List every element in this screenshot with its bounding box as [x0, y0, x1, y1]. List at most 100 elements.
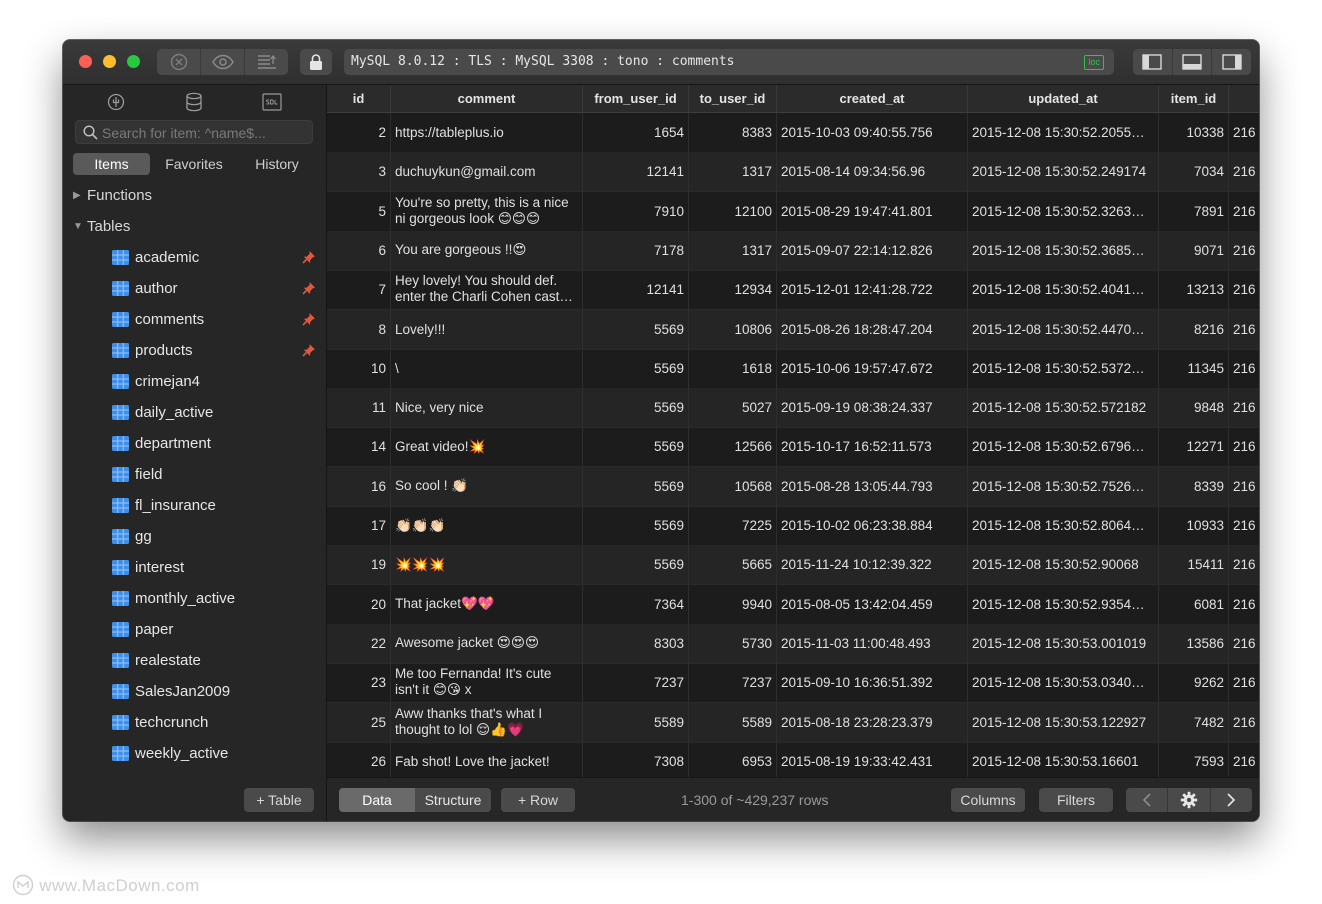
sidebar-item-gg[interactable]: gg	[63, 521, 326, 552]
cell-id[interactable]: 17	[327, 506, 391, 545]
cell-from-user-id[interactable]: 7364	[583, 584, 689, 624]
cell-from-user-id[interactable]: 8303	[583, 623, 689, 663]
cell-comment[interactable]: duchuykun@gmail.com	[391, 152, 583, 192]
cell-item-id[interactable]: 7034	[1159, 152, 1229, 192]
cell-updated-at[interactable]: 2015-12-08 15:30:53.16601	[968, 741, 1159, 777]
cell-item-id[interactable]: 9848	[1159, 388, 1229, 428]
sidebar-item-weekly-active[interactable]: weekly_active	[63, 738, 326, 769]
cell-comment[interactable]: Awesome jacket 😍😍😍	[391, 623, 583, 663]
cell-comment[interactable]: Hey lovely! You should def. enter the Ch…	[391, 270, 583, 310]
cell-to-user-id[interactable]: 5730	[689, 623, 777, 663]
cell-from-user-id[interactable]: 12141	[583, 270, 689, 310]
cell-updated-at[interactable]: 2015-12-08 15:30:52.5372…	[968, 348, 1159, 388]
cell-overflow[interactable]: 216	[1229, 349, 1259, 388]
sidebar-item-salesjan2009[interactable]: SalesJan2009	[63, 676, 326, 707]
toggle-bottom-panel-button[interactable]	[1173, 49, 1213, 75]
cell-item-id[interactable]: 15411	[1159, 545, 1229, 585]
cell-id[interactable]: 8	[327, 309, 391, 349]
cell-overflow[interactable]: 216	[1229, 310, 1259, 349]
cell-item-id[interactable]: 8339	[1159, 466, 1229, 506]
cell-to-user-id[interactable]: 12100	[689, 191, 777, 231]
settings-button[interactable]	[1168, 788, 1211, 812]
sidebar-item-field[interactable]: field	[63, 459, 326, 490]
cell-overflow[interactable]: 216	[1229, 113, 1259, 152]
add-row-button[interactable]: + Row	[501, 788, 575, 812]
sidebar-item-monthly-active[interactable]: monthly_active	[63, 583, 326, 614]
cell-from-user-id[interactable]: 12141	[583, 152, 689, 192]
cell-to-user-id[interactable]: 12934	[689, 270, 777, 310]
cell-updated-at[interactable]: 2015-12-08 15:30:52.90068	[968, 545, 1159, 585]
cell-updated-at[interactable]: 2015-12-08 15:30:52.2055…	[968, 113, 1159, 152]
cell-to-user-id[interactable]: 12566	[689, 427, 777, 467]
cell-id[interactable]: 3	[327, 152, 391, 192]
cell-comment[interactable]: So cool ! 👏🏻	[391, 466, 583, 506]
cell-comment[interactable]: 👏🏻👏🏻👏🏻	[391, 506, 583, 545]
cell-created-at[interactable]: 2015-08-18 23:28:23.379	[777, 702, 968, 742]
cell-comment[interactable]: https://tableplus.io	[391, 113, 583, 152]
maximize-window-button[interactable]	[127, 55, 140, 68]
cell-comment[interactable]: That jacket💖💖	[391, 584, 583, 624]
cell-item-id[interactable]: 9262	[1159, 663, 1229, 703]
lock-connection-button[interactable]	[300, 49, 332, 75]
cell-to-user-id[interactable]: 10568	[689, 466, 777, 506]
cell-updated-at[interactable]: 2015-12-08 15:30:52.3263…	[968, 191, 1159, 231]
cell-to-user-id[interactable]: 1317	[689, 230, 777, 270]
column-header-item-id[interactable]: item_id	[1159, 85, 1229, 112]
filter-favorites[interactable]: Favorites	[155, 153, 233, 175]
column-header-updated-at[interactable]: updated_at	[968, 85, 1159, 112]
sidebar-item-paper[interactable]: paper	[63, 614, 326, 645]
previous-page-button[interactable]	[1126, 788, 1169, 812]
cell-comment[interactable]: \	[391, 348, 583, 388]
cell-id[interactable]: 10	[327, 348, 391, 388]
cell-from-user-id[interactable]: 5589	[583, 702, 689, 742]
sidebar-item-realestate[interactable]: realestate	[63, 645, 326, 676]
cell-overflow[interactable]: 216	[1229, 663, 1259, 702]
pin-icon[interactable]	[302, 250, 316, 265]
cell-id[interactable]: 5	[327, 191, 391, 231]
filters-button[interactable]: Filters	[1039, 788, 1113, 812]
sidebar-item-products[interactable]: products	[63, 335, 326, 366]
cell-to-user-id[interactable]: 7237	[689, 663, 777, 703]
cell-overflow[interactable]: 216	[1229, 585, 1259, 624]
cell-id[interactable]: 6	[327, 230, 391, 270]
sidebar-item-fl-insurance[interactable]: fl_insurance	[63, 490, 326, 521]
close-window-button[interactable]	[79, 55, 92, 68]
cell-id[interactable]: 7	[327, 270, 391, 310]
cell-updated-at[interactable]: 2015-12-08 15:30:53.122927	[968, 702, 1159, 742]
cell-updated-at[interactable]: 2015-12-08 15:30:52.3685…	[968, 230, 1159, 270]
cell-item-id[interactable]: 13213	[1159, 270, 1229, 310]
column-header-to-user-id[interactable]: to_user_id	[689, 85, 777, 112]
cell-overflow[interactable]: 216	[1229, 270, 1259, 309]
cell-from-user-id[interactable]: 5569	[583, 388, 689, 428]
cell-updated-at[interactable]: 2015-12-08 15:30:52.9354…	[968, 584, 1159, 624]
cell-comment[interactable]: Lovely!!!	[391, 309, 583, 349]
group-functions[interactable]: ▶ Functions	[63, 180, 326, 211]
cell-updated-at[interactable]: 2015-12-08 15:30:52.7526…	[968, 466, 1159, 506]
cell-updated-at[interactable]: 2015-12-08 15:30:52.249174	[968, 152, 1159, 192]
cell-created-at[interactable]: 2015-12-01 12:41:28.722	[777, 270, 968, 310]
cell-created-at[interactable]: 2015-08-28 13:05:44.793	[777, 466, 968, 506]
table-row[interactable]: 8 Lovely!!! 5569 10806 2015-08-26 18:28:47.2…	[327, 309, 1259, 350]
table-row[interactable]: 19 💥💥💥 5569 5665 2015-11-24 10:12:39.322 2015…	[327, 545, 1259, 586]
table-row[interactable]: 17 👏🏻👏🏻👏🏻 5569 7225 2015-10-02 06:23:38.884 2…	[327, 506, 1259, 546]
sidebar-item-techcrunch[interactable]: techcrunch	[63, 707, 326, 738]
cell-from-user-id[interactable]: 5569	[583, 427, 689, 467]
cell-comment[interactable]: Nice, very nice	[391, 388, 583, 428]
table-row[interactable]: 2 https://tableplus.io 1654 8383 2015-10-03 …	[327, 113, 1259, 153]
group-tables[interactable]: ▼ Tables	[63, 211, 326, 242]
cell-id[interactable]: 19	[327, 545, 391, 585]
cell-comment[interactable]: Fab shot! Love the jacket!	[391, 741, 583, 777]
table-row[interactable]: 20 That jacket💖💖 7364 9940 2015-08-05 13:42:…	[327, 584, 1259, 625]
minimize-window-button[interactable]	[103, 55, 116, 68]
cell-from-user-id[interactable]: 5569	[583, 545, 689, 585]
tab-database[interactable]	[181, 91, 207, 113]
preview-button[interactable]	[201, 49, 245, 75]
cell-overflow[interactable]: 216	[1229, 624, 1259, 663]
cell-to-user-id[interactable]: 5665	[689, 545, 777, 585]
cell-item-id[interactable]: 9071	[1159, 230, 1229, 270]
cell-id[interactable]: 22	[327, 623, 391, 663]
table-row[interactable]: 5 You're so pretty, this is a nice ni gor…	[327, 191, 1259, 232]
cell-overflow[interactable]: 216	[1229, 388, 1259, 427]
cell-from-user-id[interactable]: 5569	[583, 309, 689, 349]
column-header-id[interactable]: id	[327, 85, 391, 112]
